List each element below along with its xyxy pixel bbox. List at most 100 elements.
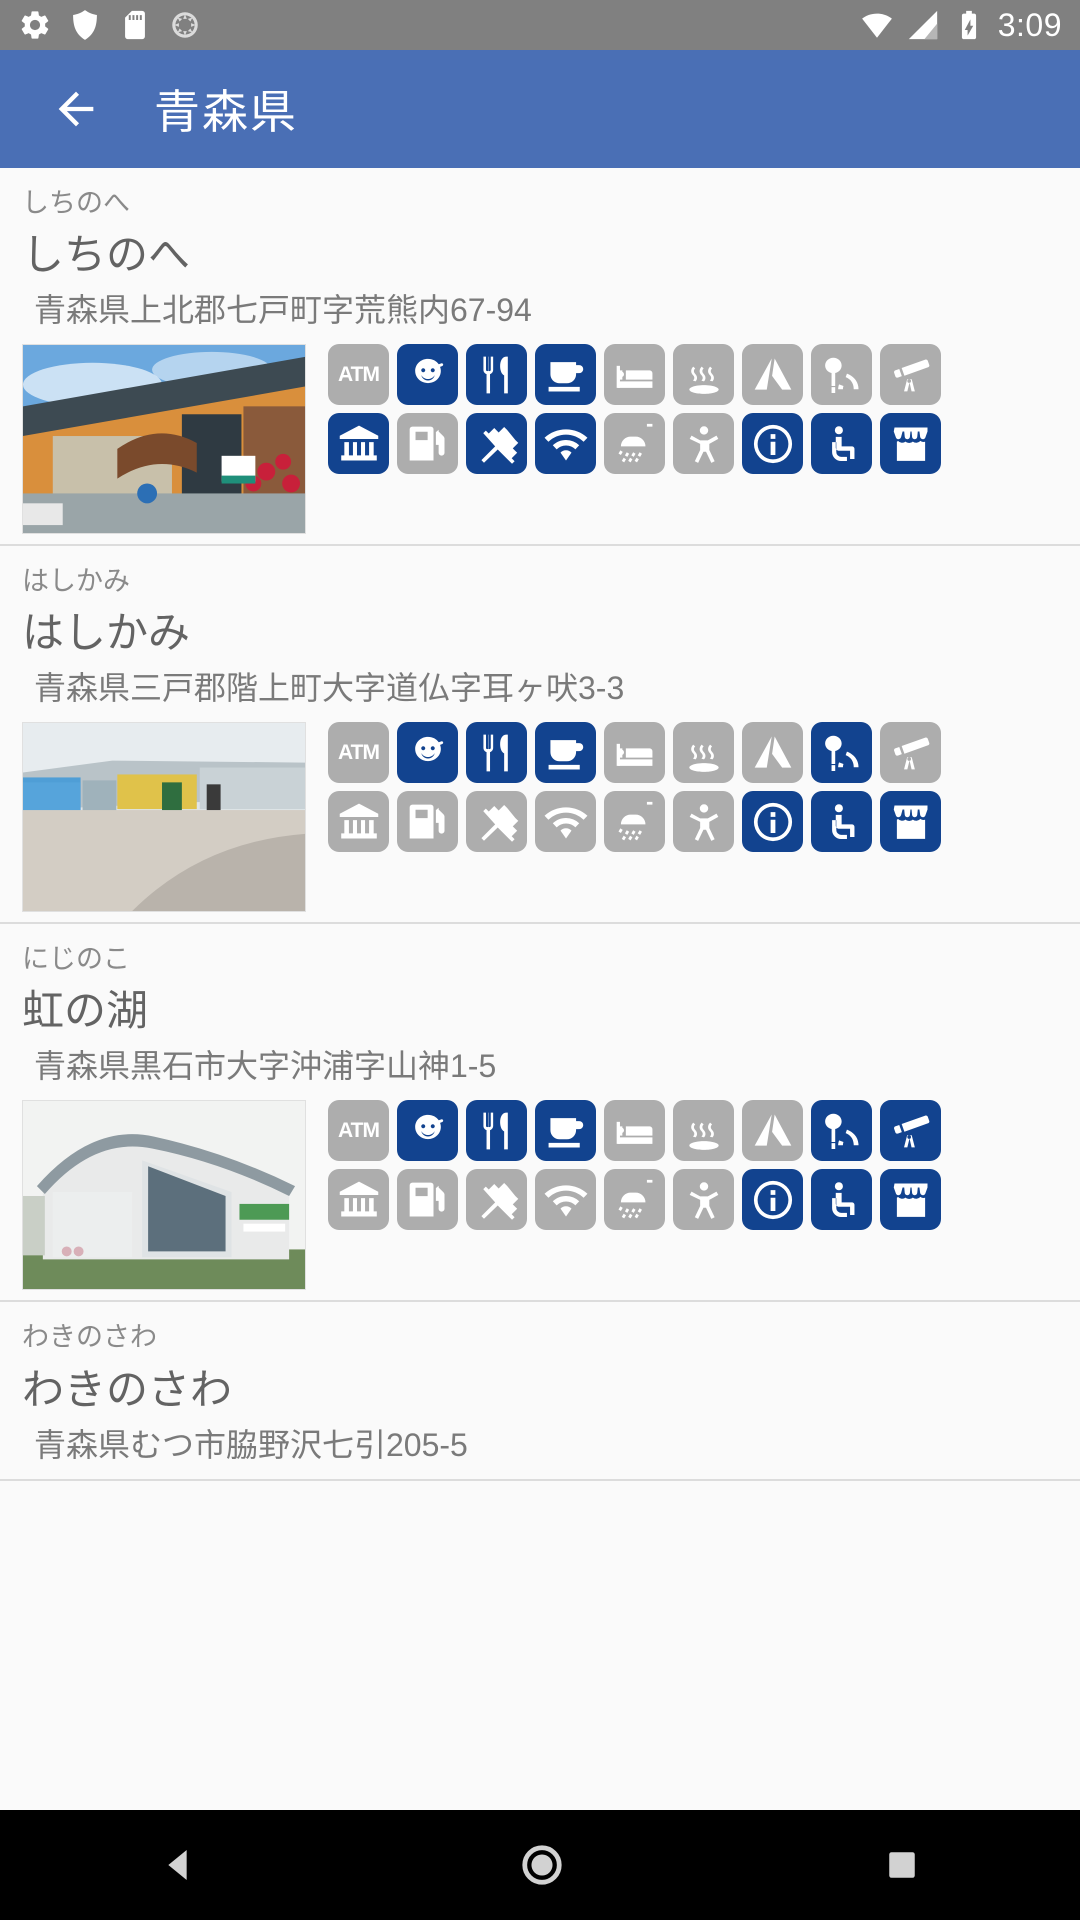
facility-ev-charging-icon bbox=[466, 1169, 527, 1231]
facility-shower-icon bbox=[604, 1169, 665, 1231]
battery-charging-icon bbox=[961, 10, 976, 40]
nav-recents-square-icon[interactable] bbox=[884, 1847, 920, 1883]
list-item[interactable]: はしかみ はしかみ 青森県三戸郡階上町大字道仏字耳ヶ吠3-3 ATM bbox=[0, 546, 1080, 925]
station-reading: わきのさわ bbox=[22, 1322, 157, 1353]
station-address: 青森県黒石市大字沖浦字山神1-5 bbox=[34, 1048, 497, 1085]
facility-barrier-free-icon bbox=[811, 791, 872, 853]
facility-cafe-icon bbox=[535, 344, 596, 406]
facility-restaurant-icon bbox=[466, 722, 527, 784]
facility-atm-icon: ATM bbox=[328, 722, 389, 784]
facility-icon-grid: ATM bbox=[328, 344, 941, 475]
station-photo[interactable] bbox=[22, 1100, 306, 1291]
app-bar: 青森県 bbox=[0, 50, 1080, 168]
facility-information-icon bbox=[742, 791, 803, 853]
facility-ev-charging-icon bbox=[466, 413, 527, 475]
facility-cafe-icon bbox=[535, 1100, 596, 1162]
facility-gas-station-icon bbox=[397, 791, 458, 853]
back-button[interactable] bbox=[40, 73, 112, 145]
facility-shop-icon bbox=[880, 1169, 941, 1231]
facility-camping-icon bbox=[742, 722, 803, 784]
facility-atm-icon: ATM bbox=[328, 344, 389, 406]
facility-icon-grid: ATM bbox=[328, 1100, 941, 1231]
gear-icon bbox=[21, 11, 49, 39]
list-divider bbox=[0, 1478, 1080, 1481]
station-reading: にじのこ bbox=[22, 944, 130, 975]
page-title: 青森県 bbox=[154, 86, 298, 138]
nav-back-triangle-icon[interactable] bbox=[160, 1845, 200, 1885]
wifi-icon bbox=[861, 13, 892, 38]
atm-label: ATM bbox=[338, 362, 380, 386]
back-arrow-icon bbox=[58, 91, 94, 127]
facility-cafe-icon bbox=[535, 722, 596, 784]
shield-icon bbox=[73, 10, 97, 40]
station-address: 青森県上北郡七戸町字荒熊内67-94 bbox=[34, 292, 532, 329]
station-photo[interactable] bbox=[22, 344, 306, 535]
nav-home-circle-icon[interactable] bbox=[519, 1842, 565, 1888]
facility-icon-grid: ATM bbox=[328, 722, 941, 853]
facility-restaurant-icon bbox=[466, 1100, 527, 1162]
facility-atm-icon: ATM bbox=[328, 1100, 389, 1162]
facility-gas-station-icon bbox=[397, 413, 458, 475]
facility-observatory-icon bbox=[880, 344, 941, 406]
facility-shower-icon bbox=[604, 791, 665, 853]
list-item[interactable]: しちのへ しちのへ 青森県上北郡七戸町字荒熊内67-94 ATM bbox=[0, 168, 1080, 547]
facility-lodging-icon bbox=[604, 1100, 665, 1162]
facility-bank-icon bbox=[328, 1169, 389, 1231]
station-name: わきのさわ bbox=[22, 1365, 233, 1413]
facility-baby-room-icon bbox=[397, 344, 458, 406]
facility-barrier-free-icon bbox=[811, 413, 872, 475]
station-list[interactable]: しちのへ しちのへ 青森県上北郡七戸町字荒熊内67-94 ATM はしかみ はしかみ 青森県… bbox=[0, 168, 1080, 1920]
facility-shop-icon bbox=[880, 791, 941, 853]
facility-playground-icon bbox=[673, 413, 734, 475]
facility-hot-spring-icon bbox=[673, 344, 734, 406]
facility-shop-icon bbox=[880, 413, 941, 475]
android-nav-bar bbox=[0, 1810, 1080, 1920]
facility-gas-station-icon bbox=[397, 1169, 458, 1231]
facility-shower-icon bbox=[604, 413, 665, 475]
station-photo[interactable] bbox=[22, 722, 306, 913]
status-bar-clock: 3:09 bbox=[997, 7, 1062, 43]
facility-camping-icon bbox=[742, 344, 803, 406]
station-body: ATM bbox=[0, 1090, 1080, 1291]
station-address: 青森県むつ市脇野沢七引205-5 bbox=[34, 1426, 468, 1463]
sync-icon bbox=[172, 12, 198, 38]
station-reading: しちのへ bbox=[22, 188, 130, 218]
facility-lodging-icon bbox=[604, 722, 665, 784]
facility-baby-room-icon bbox=[397, 722, 458, 784]
facility-hot-spring-icon bbox=[673, 722, 734, 784]
station-body: ATM bbox=[0, 712, 1080, 913]
facility-playground-icon bbox=[673, 791, 734, 853]
facility-playground-icon bbox=[673, 1169, 734, 1231]
status-bar: 3:09 bbox=[0, 0, 1080, 50]
facility-baby-room-icon bbox=[397, 1100, 458, 1162]
facility-observatory-icon bbox=[880, 1100, 941, 1162]
facility-barrier-free-icon bbox=[811, 1169, 872, 1231]
facility-park-icon bbox=[811, 722, 872, 784]
facility-information-icon bbox=[742, 1169, 803, 1231]
station-name: はしかみ bbox=[22, 609, 191, 657]
list-item[interactable]: わきのさわ わきのさわ 青森県むつ市脇野沢七引205-5 bbox=[0, 1302, 1080, 1481]
facility-information-icon bbox=[742, 413, 803, 475]
facility-lodging-icon bbox=[604, 344, 665, 406]
facility-wifi-icon bbox=[535, 791, 596, 853]
atm-label: ATM bbox=[338, 740, 380, 764]
status-bar-left-icons bbox=[18, 8, 202, 42]
facility-park-icon bbox=[811, 1100, 872, 1162]
signal-icon bbox=[908, 10, 937, 40]
facility-park-icon bbox=[811, 344, 872, 406]
station-body: ATM bbox=[0, 334, 1080, 535]
facility-wifi-icon bbox=[535, 413, 596, 475]
station-address: 青森県三戸郡階上町大字道仏字耳ヶ吠3-3 bbox=[34, 670, 625, 707]
station-name: 虹の湖 bbox=[22, 987, 149, 1035]
facility-hot-spring-icon bbox=[673, 1100, 734, 1162]
list-item[interactable]: にじのこ虹の湖青森県黒石市大字沖浦字山神1-5 ATM bbox=[0, 924, 1080, 1303]
station-reading: はしかみ bbox=[22, 566, 130, 597]
facility-wifi-icon bbox=[535, 1169, 596, 1231]
status-bar-right-icons: 3:09 bbox=[860, 8, 1062, 42]
facility-observatory-icon bbox=[880, 722, 941, 784]
facility-ev-charging-icon bbox=[466, 791, 527, 853]
facility-restaurant-icon bbox=[466, 344, 527, 406]
facility-bank-icon bbox=[328, 791, 389, 853]
sd-card-icon bbox=[125, 10, 145, 40]
atm-label: ATM bbox=[338, 1118, 380, 1142]
